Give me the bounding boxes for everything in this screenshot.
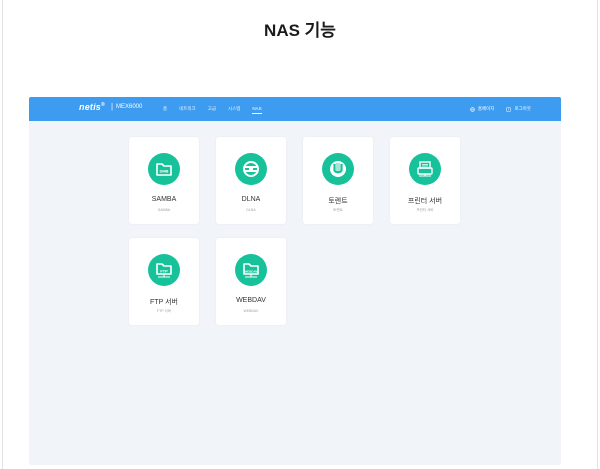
webdav-icon-badge: WEBDAV: [235, 254, 267, 286]
card-label: SAMBA: [151, 196, 177, 203]
nas-card-torrent[interactable]: 토렌트 토렌트: [303, 137, 373, 224]
nav-item-system[interactable]: 시스템: [228, 104, 240, 114]
printer-icon: [417, 161, 433, 177]
card-label: WEBDAV: [236, 297, 266, 304]
samba-icon-badge: SMB: [148, 153, 180, 185]
svg-text:SMB: SMB: [160, 169, 169, 174]
card-sublabel: WEBDAV: [243, 309, 259, 313]
nas-card-printer-server[interactable]: 프린터 서버 프린터 서버: [390, 137, 460, 224]
card-sublabel: 프린터 서버: [416, 208, 434, 212]
card-label: DLNA: [241, 196, 261, 203]
nas-card-dlna[interactable]: DLNA DLNA: [216, 137, 286, 224]
webdav-folder-icon: WEBDAV: [243, 263, 259, 278]
smb-folder-icon: SMB: [156, 163, 172, 176]
homepage-link[interactable]: 홈페이지: [470, 106, 495, 112]
ftp-icon-badge: FTP: [148, 254, 180, 286]
brand-name: netis: [79, 102, 102, 112]
ftp-folder-icon: FTP: [156, 263, 172, 278]
model-name: MEX6000: [116, 104, 143, 110]
svg-text:WEBDAV: WEBDAV: [244, 270, 257, 274]
printer-icon-badge: [409, 153, 441, 185]
brand-separator: |: [111, 102, 114, 111]
card-label: FTP 서버: [150, 299, 178, 306]
card-sublabel: DLNA: [246, 208, 256, 212]
card-label: 프린터 서버: [407, 198, 443, 205]
nav-item-network[interactable]: 네트워크: [179, 104, 196, 114]
dlna-icon-badge: [235, 153, 267, 185]
main-nav: 홈 네트워크 고급 시스템 NAS: [163, 97, 274, 121]
brand-logo[interactable]: netis®: [79, 102, 105, 112]
router-admin-window: netis® | MEX6000 홈 네트워크 고급 시스템 NAS 홈페이지: [29, 97, 561, 465]
globe-icon: [470, 106, 475, 112]
logout-icon: [506, 107, 511, 111]
card-sublabel: FTP 서버: [157, 309, 171, 313]
nav-item-home[interactable]: 홈: [163, 104, 167, 114]
nas-card-webdav[interactable]: WEBDAV WEBDAV WEBDAV: [216, 238, 286, 325]
torrent-icon-badge: [322, 153, 354, 185]
header-actions: 홈페이지 로그아웃: [458, 97, 531, 121]
logout-label: 로그아웃: [514, 106, 531, 111]
nav-item-advanced[interactable]: 고급: [208, 104, 216, 114]
nas-card-samba[interactable]: SMB SAMBA SAMBA: [129, 137, 199, 224]
card-sublabel: SAMBA: [157, 208, 171, 212]
torrent-icon: [330, 161, 346, 177]
page-title: NAS 기능: [264, 21, 336, 40]
dlna-icon: [243, 161, 259, 177]
homepage-label: 홈페이지: [477, 106, 495, 111]
brand-registered-mark: ®: [101, 102, 105, 108]
nas-card-ftp-server[interactable]: FTP FTP 서버 FTP 서버: [129, 238, 199, 325]
logout-button[interactable]: 로그아웃: [506, 106, 531, 112]
svg-text:FTP: FTP: [160, 269, 168, 274]
card-sublabel: 토렌트: [333, 208, 343, 212]
card-label: 토렌트: [328, 198, 348, 205]
top-navigation-bar: netis® | MEX6000 홈 네트워크 고급 시스템 NAS 홈페이지: [29, 97, 561, 121]
nav-item-nas[interactable]: NAS: [252, 104, 262, 114]
